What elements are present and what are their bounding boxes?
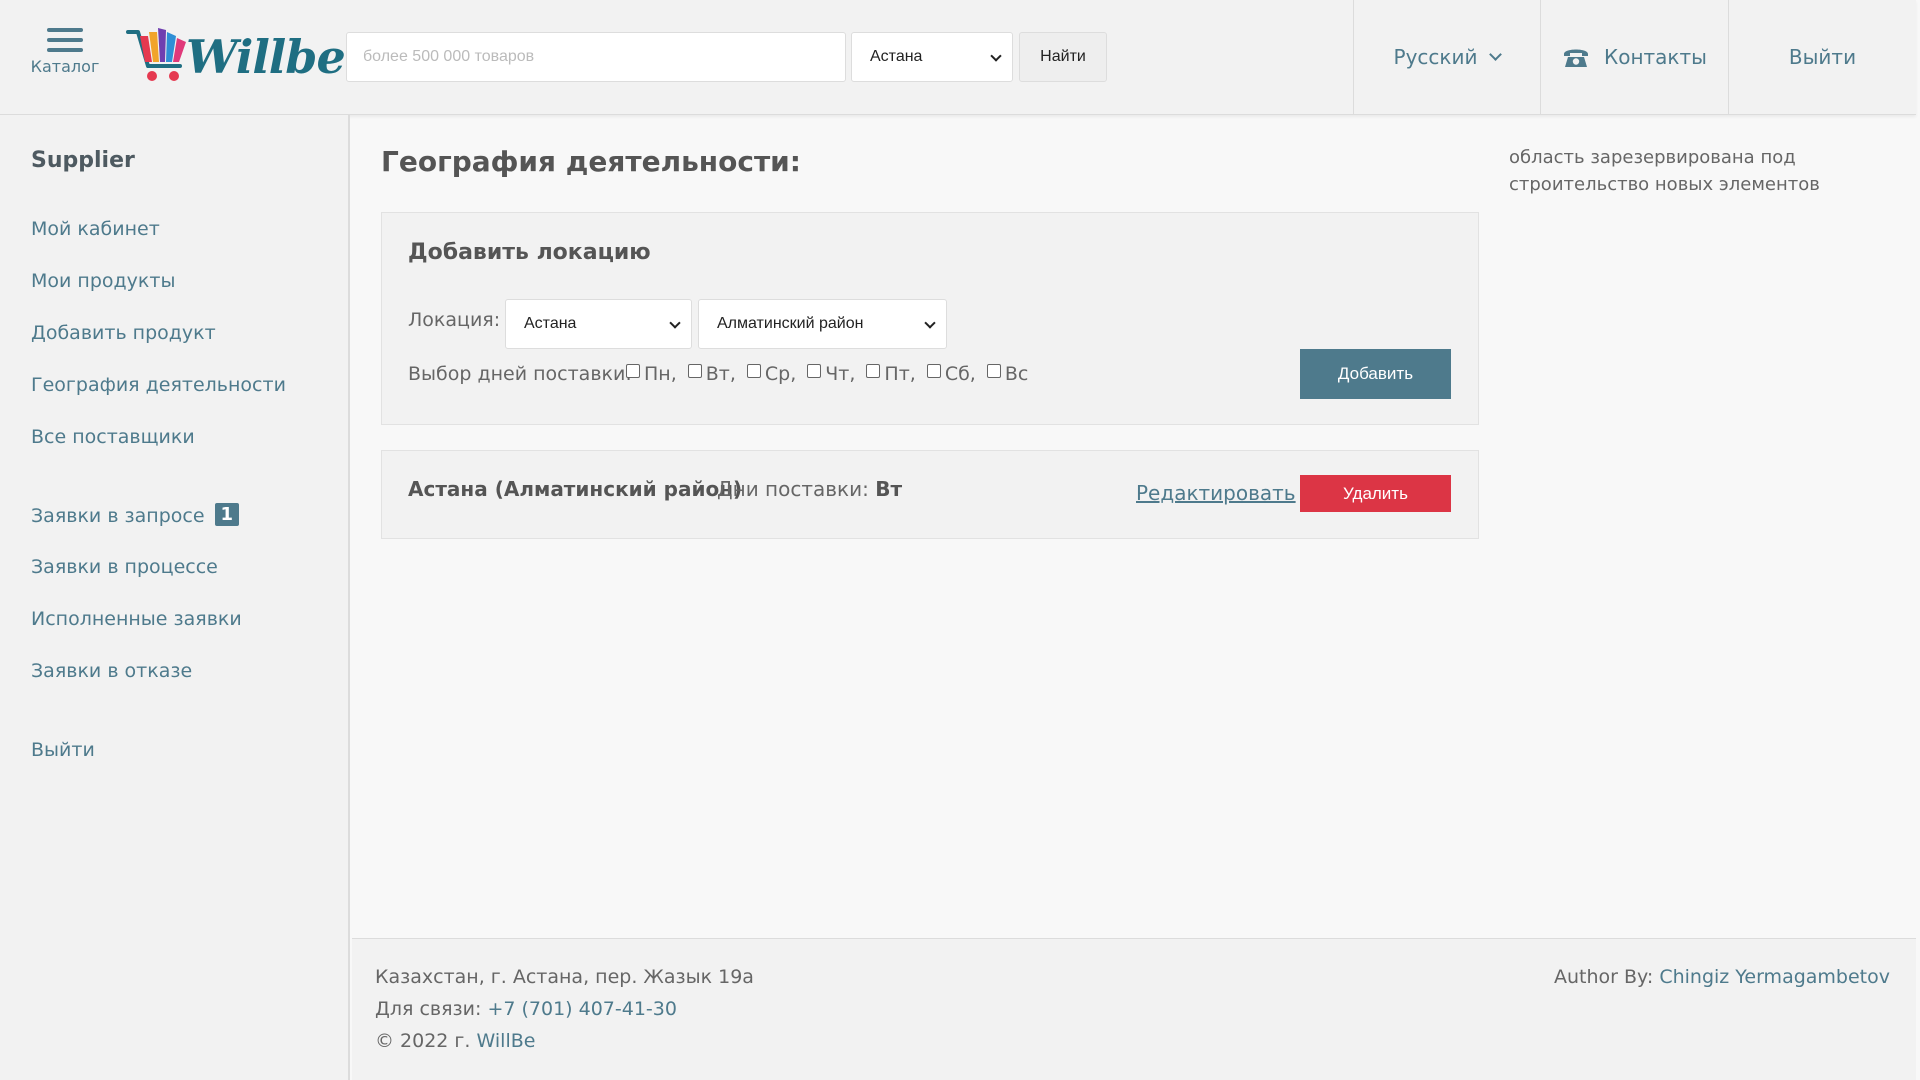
sidebar: Supplier Мой кабинет Мои продукты Добави… bbox=[0, 115, 350, 1080]
location-district-select[interactable]: Алматинский район bbox=[698, 299, 947, 349]
chevron-down-icon bbox=[669, 317, 681, 329]
add-location-button[interactable]: Добавить bbox=[1300, 349, 1451, 399]
day-thursday[interactable]: Чт, bbox=[807, 363, 855, 385]
language-label: Русский bbox=[1393, 45, 1478, 69]
author-label: Author By: bbox=[1553, 966, 1654, 988]
chevron-down-icon bbox=[1489, 47, 1503, 61]
checkbox[interactable] bbox=[926, 364, 941, 378]
catalog-label: Каталог bbox=[30, 57, 100, 76]
day-sunday[interactable]: Вс bbox=[986, 363, 1029, 385]
top-header: Каталог Willbe Астана Найти Русский Конт… bbox=[0, 0, 1916, 115]
day-label: Пн, bbox=[644, 363, 677, 385]
location-city-select[interactable]: Астана bbox=[505, 299, 692, 349]
day-label: Вс bbox=[1004, 363, 1029, 385]
delivery-days-label: Выбор дней поставки: bbox=[408, 363, 632, 385]
sidebar-item-geography[interactable]: География деятельности bbox=[31, 374, 286, 396]
day-saturday[interactable]: Сб, bbox=[926, 363, 976, 385]
location-entry-days: Дни поставки: Вт bbox=[717, 477, 902, 501]
phone-icon bbox=[1564, 49, 1589, 67]
location-entry-card: Астана (Алматинский район) Дни поставки:… bbox=[381, 450, 1479, 539]
footer-contact: Для связи: +7 (701) 407-41-30 bbox=[375, 998, 677, 1020]
footer-copyright: © 2022 г. WillBe bbox=[375, 1030, 535, 1052]
location-city-value: Астана bbox=[524, 315, 577, 332]
logo-text: Willbe bbox=[186, 30, 346, 84]
reserved-area-note: область зарезервирована под строительств… bbox=[1509, 147, 1820, 195]
day-friday[interactable]: Пт, bbox=[866, 363, 916, 385]
checkbox[interactable] bbox=[986, 364, 1001, 378]
footer-contact-label: Для связи: bbox=[375, 998, 482, 1020]
sidebar-item-label: Заявки в запросе bbox=[31, 505, 205, 527]
day-monday[interactable]: Пн, bbox=[626, 363, 677, 385]
location-district-value: Алматинский район bbox=[717, 315, 864, 332]
footer: Казахстан, г. Астана, пер. Жазык 19а Для… bbox=[352, 938, 1916, 1080]
location-label: Локация: bbox=[408, 309, 501, 331]
day-label: Вт, bbox=[705, 363, 736, 385]
contacts-link[interactable]: Контакты bbox=[1540, 0, 1728, 114]
logo[interactable]: Willbe bbox=[126, 24, 346, 86]
day-tuesday[interactable]: Вт, bbox=[687, 363, 736, 385]
city-select[interactable]: Астана bbox=[851, 32, 1013, 82]
checkbox[interactable] bbox=[807, 364, 822, 378]
day-wednesday[interactable]: Ср, bbox=[746, 363, 797, 385]
footer-address: Казахстан, г. Астана, пер. Жазык 19а bbox=[375, 966, 754, 988]
header-logout-link[interactable]: Выйти bbox=[1728, 0, 1916, 114]
delivery-days-caption: Дни поставки: bbox=[717, 477, 869, 501]
sidebar-item-add-product[interactable]: Добавить продукт bbox=[31, 322, 216, 344]
copyright-text: © 2022 г. bbox=[375, 1030, 471, 1052]
footer-author: Author By: Chingiz Yermagambetov bbox=[1554, 966, 1890, 988]
sidebar-item-all-suppliers[interactable]: Все поставщики bbox=[31, 426, 195, 448]
find-button[interactable]: Найти bbox=[1019, 32, 1107, 82]
checkbox[interactable] bbox=[746, 364, 761, 378]
sidebar-item-requests-completed[interactable]: Исполненные заявки bbox=[31, 608, 242, 630]
catalog-button[interactable]: Каталог bbox=[24, 24, 106, 90]
sidebar-item-my-products[interactable]: Мои продукты bbox=[31, 270, 175, 292]
sidebar-item-logout[interactable]: Выйти bbox=[31, 739, 95, 761]
chevron-down-icon bbox=[924, 317, 936, 329]
day-label: Пт, bbox=[884, 363, 916, 385]
day-label: Чт, bbox=[825, 363, 856, 385]
footer-brand-link[interactable]: WillBe bbox=[477, 1030, 536, 1052]
chevron-down-icon bbox=[990, 50, 1002, 62]
sidebar-item-my-cabinet[interactable]: Мой кабинет bbox=[31, 218, 160, 240]
menu-icon bbox=[47, 28, 83, 52]
sidebar-item-requests-in-process[interactable]: Заявки в процессе bbox=[31, 556, 218, 578]
day-label: Ср, bbox=[764, 363, 797, 385]
language-selector[interactable]: Русский bbox=[1353, 0, 1540, 114]
add-location-title: Добавить локацию bbox=[408, 240, 651, 265]
shopping-cart-icon bbox=[126, 28, 186, 81]
contacts-label: Контакты bbox=[1604, 45, 1707, 69]
delete-location-button[interactable]: Удалить bbox=[1300, 475, 1451, 512]
location-entry-name: Астана (Алматинский район) bbox=[408, 477, 743, 501]
footer-phone-link[interactable]: +7 (701) 407-41-30 bbox=[487, 998, 677, 1020]
day-label: Сб, bbox=[944, 363, 976, 385]
edit-location-link[interactable]: Редактировать bbox=[1136, 481, 1296, 505]
checkbox[interactable] bbox=[626, 364, 640, 378]
delivery-days-value: Вт bbox=[875, 477, 903, 501]
sidebar-item-requests-rejected[interactable]: Заявки в отказе bbox=[31, 660, 192, 682]
sidebar-title: Supplier bbox=[31, 148, 135, 173]
city-select-value: Астана bbox=[870, 48, 923, 65]
sidebar-item-requests-pending[interactable]: Заявки в запросе 1 bbox=[31, 503, 240, 527]
delivery-days-group: Пн, Вт, Ср, Чт, Пт, Сб, Вс bbox=[626, 363, 1039, 385]
search-input[interactable] bbox=[346, 32, 846, 82]
add-location-card: Добавить локацию Локация: Астана Алматин… bbox=[381, 212, 1479, 425]
author-link[interactable]: Chingiz Yermagambetov bbox=[1659, 966, 1890, 988]
page-title: География деятельности: bbox=[381, 145, 801, 178]
checkbox[interactable] bbox=[866, 364, 881, 378]
header-logout-label: Выйти bbox=[1788, 45, 1857, 69]
count-badge: 1 bbox=[214, 503, 240, 526]
checkbox[interactable] bbox=[687, 364, 702, 378]
